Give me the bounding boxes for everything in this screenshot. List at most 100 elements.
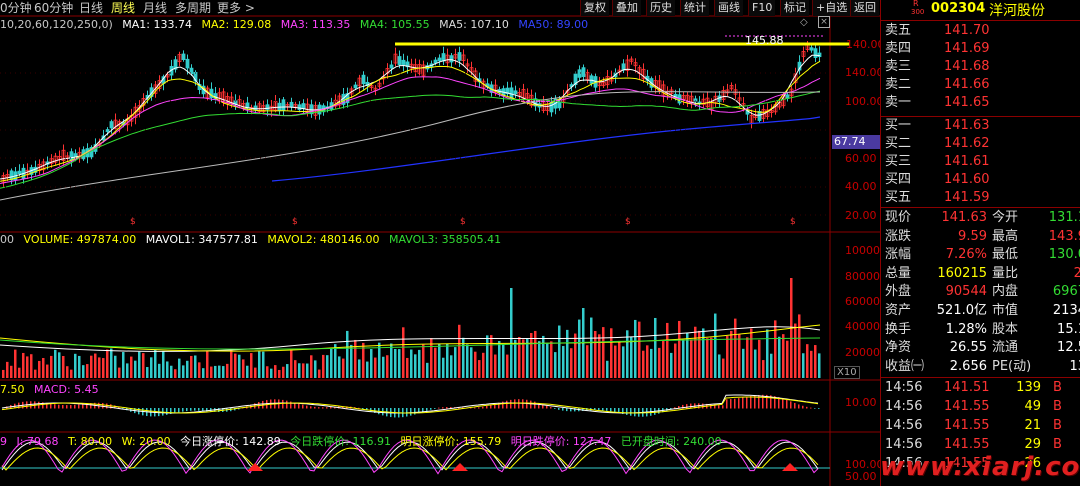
- overlay-button[interactable]: 叠加: [612, 0, 641, 16]
- history-button[interactable]: 历史: [646, 0, 675, 16]
- tab-weekly[interactable]: 周线: [111, 0, 135, 16]
- quote-value: 2.: [1073, 265, 1080, 281]
- watermark: www.xiarj.com: [880, 452, 1080, 482]
- volume-bar: [622, 346, 625, 378]
- ask-row[interactable]: 卖三 141.68: [881, 58, 1080, 75]
- tick-row[interactable]: 14:56 141.51 139 B: [881, 379, 1080, 396]
- quote-value: 26.55: [949, 340, 987, 356]
- volume-bar: [766, 329, 769, 378]
- volume-label: VOLUME: 497874.00: [23, 233, 137, 246]
- quote-label: PE(动): [992, 358, 1032, 374]
- add-watchlist-button[interactable]: +自选: [812, 0, 851, 16]
- volume-bar: [558, 325, 561, 378]
- back-button[interactable]: 返回: [850, 0, 879, 16]
- ma50-line: [271, 116, 821, 182]
- quote-value: 7.26%: [945, 247, 987, 263]
- volume-bar: [794, 323, 797, 378]
- tab-multi-period[interactable]: 多周期: [175, 0, 211, 16]
- macd-bar: [318, 407, 320, 409]
- bid-level-label: 买五: [885, 190, 912, 205]
- ma3-label: MA3: 113.35: [280, 18, 351, 31]
- volume-bar: [634, 319, 637, 378]
- macd-bar: [546, 405, 548, 409]
- macd-bar: [50, 403, 52, 409]
- f10-button[interactable]: F10: [748, 0, 776, 16]
- macd-bar: [330, 406, 332, 409]
- volume-bar: [630, 336, 633, 378]
- quote-row[interactable]: 换手 1.28% 股本 15.1: [881, 321, 1080, 338]
- macd-bar: [810, 407, 812, 409]
- diamond-icon[interactable]: ◇: [800, 17, 808, 28]
- tick-row[interactable]: 14:56 141.55 29 B: [881, 436, 1080, 453]
- quote-row[interactable]: 外盘 90544 内盘 6967: [881, 283, 1080, 300]
- tab-monthly[interactable]: 月线: [143, 0, 167, 16]
- volume-unit: X10: [834, 366, 860, 379]
- volume-bar: [110, 348, 113, 378]
- volume-bar: [190, 355, 193, 378]
- macd-bar: [478, 407, 480, 409]
- tab-minute[interactable]: 0分钟: [0, 0, 32, 16]
- ask-row[interactable]: 卖四 141.69: [881, 40, 1080, 57]
- volume-bar: [338, 356, 341, 378]
- mark-button[interactable]: 标记: [780, 0, 809, 16]
- axis-label: 20.00: [845, 209, 877, 222]
- volume-bar: [418, 349, 421, 378]
- mavol1-label: MAVOL1: 347577.81: [145, 233, 258, 246]
- tab-daily[interactable]: 日线: [79, 0, 103, 16]
- macd-bar: [198, 408, 200, 411]
- ask-price: 141.65: [944, 95, 990, 110]
- bid-row[interactable]: 买一 141.63: [881, 117, 1080, 134]
- stats-button[interactable]: 统计: [680, 0, 709, 16]
- close-icon[interactable]: ×: [818, 16, 830, 28]
- volume-bar: [286, 364, 289, 378]
- quote-label: 换手: [885, 321, 912, 337]
- volume-bar: [546, 342, 549, 378]
- macd-bar: [798, 404, 800, 409]
- bid-row[interactable]: 买四 141.60: [881, 171, 1080, 188]
- bid-level-label: 买一: [885, 118, 912, 133]
- quote-row[interactable]: 资产 521.0亿 市值 2134: [881, 302, 1080, 319]
- macd-bar: [554, 408, 556, 409]
- quote-row[interactable]: 涨幅 7.26% 最低 130.0: [881, 246, 1080, 263]
- volume-bar: [810, 350, 813, 378]
- macd-axis-label: 10.00: [845, 396, 877, 409]
- dividend-marker: $: [292, 217, 298, 227]
- volume-bar: [78, 355, 81, 378]
- volume-bar: [458, 324, 461, 378]
- tick-volume: 139: [1016, 380, 1041, 395]
- macd-bar: [726, 399, 728, 409]
- macd-bar: [818, 408, 820, 409]
- quote-row[interactable]: 收益㈠ 2.656 PE(动) 13: [881, 358, 1080, 375]
- volume-bar: [422, 344, 425, 378]
- bid-row[interactable]: 买五 141.59: [881, 189, 1080, 206]
- volume-bar: [638, 321, 641, 378]
- volume-bar: [298, 363, 301, 378]
- quote-value: 2134: [1052, 303, 1080, 318]
- tick-row[interactable]: 14:56 141.55 21 B: [881, 417, 1080, 434]
- tab-60min[interactable]: 60分钟: [34, 0, 73, 16]
- ask-row[interactable]: 卖五 141.70: [881, 22, 1080, 39]
- quote-value: 15.1: [1057, 321, 1080, 337]
- ma5-label: MA5: 107.10: [439, 18, 509, 31]
- ask-row[interactable]: 卖一 141.65: [881, 94, 1080, 111]
- volume-bar: [542, 335, 545, 378]
- bid-row[interactable]: 买二 141.62: [881, 135, 1080, 152]
- quote-row[interactable]: 净资 26.55 流通 12.5: [881, 339, 1080, 356]
- tick-time: 14:56: [885, 418, 923, 433]
- adjust-button[interactable]: 复权: [580, 0, 609, 16]
- quote-row[interactable]: 总量 160215 量比 2.: [881, 265, 1080, 282]
- volume-bar: [194, 355, 197, 378]
- bid-level-label: 买三: [885, 154, 912, 169]
- quote-row[interactable]: 涨跌 9.59 最高 143.9: [881, 228, 1080, 245]
- volume-bar: [62, 355, 65, 378]
- quote-value: 131.1: [1048, 210, 1080, 225]
- draw-button[interactable]: 画线: [714, 0, 743, 16]
- bid-row[interactable]: 买三 141.61: [881, 153, 1080, 170]
- tick-row[interactable]: 14:56 141.55 49 B: [881, 398, 1080, 415]
- quote-row[interactable]: 现价 141.63 今开 131.1: [881, 209, 1080, 226]
- stock-name[interactable]: 洋河股份: [989, 0, 1045, 20]
- quote-value: 9.59: [958, 228, 987, 244]
- tab-more[interactable]: 更多 >: [217, 0, 255, 16]
- ask-row[interactable]: 卖二 141.66: [881, 76, 1080, 93]
- volume-bar: [198, 362, 201, 378]
